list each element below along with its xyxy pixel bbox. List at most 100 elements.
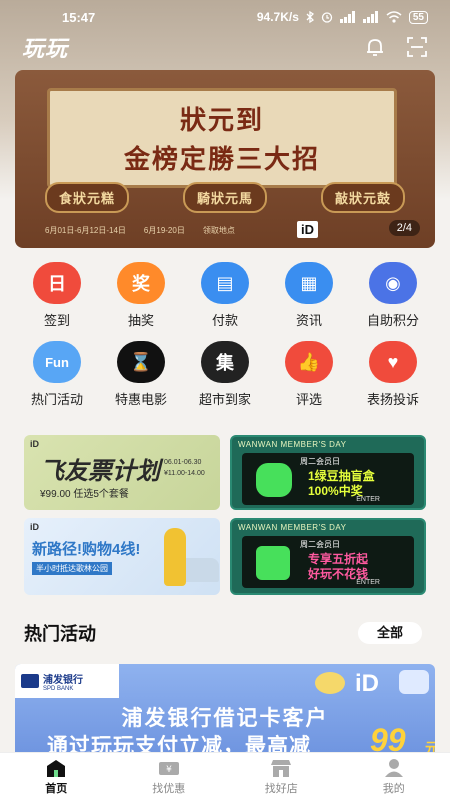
banner-title-line1: 狀元到 <box>179 105 264 135</box>
quick-action-3[interactable]: ▦ 资讯 <box>267 262 351 329</box>
quick-action-label: 表扬投诉 <box>366 392 419 407</box>
coupon-icon: ¥ <box>158 761 179 775</box>
tab-home[interactable]: 首页 <box>0 753 113 800</box>
promo-card-blind-box[interactable]: WANWAN MEMBER'S DAY 周二会员日 1绿豆抽盲盒 100%中奖 … <box>230 435 426 510</box>
quick-action-4[interactable]: ◉ 自助积分 <box>351 262 435 329</box>
calendar-icon: 日 <box>33 262 81 304</box>
promo-price: ¥99.00 任选5个套餐 <box>40 489 129 500</box>
tab-label: 找优惠 <box>152 782 186 795</box>
quick-action-2[interactable]: ▤ 付款 <box>183 262 267 329</box>
banner-pill: 敲狀元鼓 <box>320 182 405 213</box>
quick-action-0[interactable]: 日签到 <box>15 262 99 329</box>
tab-profile[interactable]: 我的 <box>338 753 450 800</box>
coin-icon <box>315 672 345 694</box>
promo-title: 新路径!购物4线! <box>32 541 141 558</box>
quick-action-8[interactable]: 👍 评选 <box>267 341 351 408</box>
banner-scroll: 狀元到 金榜定勝三大招 <box>47 88 397 188</box>
status-bar: 15:47 94.7K/s 55 <box>0 0 450 34</box>
status-right: 94.7K/s 55 <box>257 10 428 24</box>
signal-icon <box>339 11 355 23</box>
quick-actions-grid: 日签到奖抽奖 ▤ 付款 ▦ 资讯 ◉ 自助积分 Fun 热门活动 ⌛ 特惠电影集超市到家 👍 评选 ♥ 表扬… <box>15 262 435 408</box>
quick-action-6[interactable]: ⌛ 特惠电影 <box>99 341 183 408</box>
green-character-icon <box>256 463 292 497</box>
bell-icon[interactable] <box>364 36 386 58</box>
member-day-label: WANWAN MEMBER'S DAY <box>238 440 347 449</box>
scan-icon[interactable] <box>406 36 428 58</box>
view-all-button[interactable]: 全部 <box>358 622 422 644</box>
id-park-logo: iD <box>297 221 318 238</box>
banner-title-line2: 金榜定勝三大招 <box>123 144 320 174</box>
quick-action-7[interactable]: 集超市到家 <box>183 341 267 408</box>
header-actions <box>364 36 428 58</box>
market-icon: 集 <box>201 341 249 383</box>
promo-card-flight-ticket[interactable]: iD 飞友票计划 ¥99.00 任选5个套餐 06.01-06.30 ¥11.0… <box>24 435 220 510</box>
id-park-logo: iD <box>355 670 379 697</box>
bottom-tab-bar: 首页 ¥ 找优惠 找好店 我的 <box>0 752 450 800</box>
bank-mark-icon <box>21 674 39 688</box>
alarm-icon <box>321 12 333 23</box>
banner-pills: 食狀元糕 騎狀元馬 敲狀元鼓 <box>45 182 405 213</box>
store-icon <box>271 759 292 777</box>
banner-info-text: 领取地点 <box>202 226 235 235</box>
bank-logo: 浦发银行 SPD BANK <box>15 664 119 698</box>
svg-text:¥: ¥ <box>166 765 172 775</box>
member-day-label: WANWAN MEMBER'S DAY <box>238 523 347 532</box>
banner-pill: 食狀元糕 <box>45 182 130 213</box>
promo-line2: 100%中奖 <box>308 484 363 498</box>
promo-title: 飞友票计划 <box>40 458 160 485</box>
quick-action-5[interactable]: Fun 热门活动 <box>15 341 99 408</box>
hourglass-icon: ⌛ <box>117 341 165 383</box>
promo-subtitle: 半小时抵达歌林公园 <box>32 562 112 575</box>
camera-icon: ◉ <box>369 262 417 304</box>
tab-deals[interactable]: ¥ 找优惠 <box>113 753 226 800</box>
bank-name: 浦发银行 <box>43 674 83 686</box>
net-speed: 94.7K/s <box>256 10 299 24</box>
enter-label: ENTER <box>356 496 380 503</box>
enter-label: ENTER <box>356 579 380 586</box>
app-header: 玩玩 <box>0 34 450 61</box>
quick-action-label: 热门活动 <box>30 392 83 407</box>
quick-action-label: 自助积分 <box>366 313 419 328</box>
bluetooth-icon <box>306 11 314 23</box>
promo-tag: 周二会员日 <box>300 457 340 466</box>
quick-action-label: 评选 <box>295 392 322 407</box>
quick-action-label: 超市到家 <box>198 392 251 407</box>
tab-stores[interactable]: 找好店 <box>225 753 338 800</box>
banner-pill: 騎狀元馬 <box>182 182 267 213</box>
quick-action-label: 资讯 <box>295 313 322 328</box>
spd-bank-banner[interactable]: 浦发银行 SPD BANK iD 浦发银行借记卡客户 通过玩玩支付立减，最高减 … <box>15 664 435 760</box>
quick-action-label: 付款 <box>211 313 238 328</box>
battery-indicator: 55 <box>408 10 428 24</box>
promo-card-shopping-route[interactable]: iD 新路径!购物4线! 半小时抵达歌林公园 <box>24 518 220 595</box>
id-logo: iD <box>30 522 39 532</box>
promo-banner-carousel[interactable]: 狀元到 金榜定勝三大招 食狀元糕 騎狀元馬 敲狀元鼓 6月01日-6月12日-1… <box>15 70 435 248</box>
banner-info-text: 6月19-20日 <box>143 226 185 235</box>
section-title-hot-activities: 热门活动 <box>24 624 96 644</box>
quick-action-label: 签到 <box>43 313 70 328</box>
smile-icon <box>399 670 429 694</box>
banner-pager: 2/4 <box>388 220 420 236</box>
promo-screen: 周二会员日 专享五折起 好玩不花钱 ENTER <box>242 536 414 588</box>
wifi-icon <box>386 11 402 23</box>
tab-label: 首页 <box>45 782 68 795</box>
home-icon <box>47 759 66 777</box>
banner-info-text: 6月01日-6月12日-14日 <box>45 226 126 235</box>
banner-info: 6月01日-6月12日-14日 6月19-20日 领取地点 <box>45 225 235 236</box>
tab-label: 找好店 <box>264 782 298 795</box>
heart-icon: ♥ <box>369 341 417 383</box>
user-icon <box>384 758 403 777</box>
green-character-icon <box>256 546 290 580</box>
promo-card-half-price[interactable]: WANWAN MEMBER'S DAY 周二会员日 专享五折起 好玩不花钱 EN… <box>230 518 426 595</box>
bank-name-en: SPD BANK <box>43 685 74 692</box>
promo-tag: 周二会员日 <box>300 540 340 549</box>
thumbs-up-icon: 👍 <box>285 341 333 383</box>
quick-action-1[interactable]: 奖抽奖 <box>99 262 183 329</box>
quick-action-label: 特惠电影 <box>114 392 167 407</box>
person-illustration <box>164 528 186 586</box>
quick-action-9[interactable]: ♥ 表扬投诉 <box>351 341 435 408</box>
wallet-icon: ▤ <box>201 262 249 304</box>
quick-action-label: 抽奖 <box>127 313 154 328</box>
news-icon: ▦ <box>285 262 333 304</box>
promo-date: 06.01-06.30 ¥11.00-14.00 <box>164 459 205 477</box>
app-logo: 玩玩 <box>22 36 69 61</box>
